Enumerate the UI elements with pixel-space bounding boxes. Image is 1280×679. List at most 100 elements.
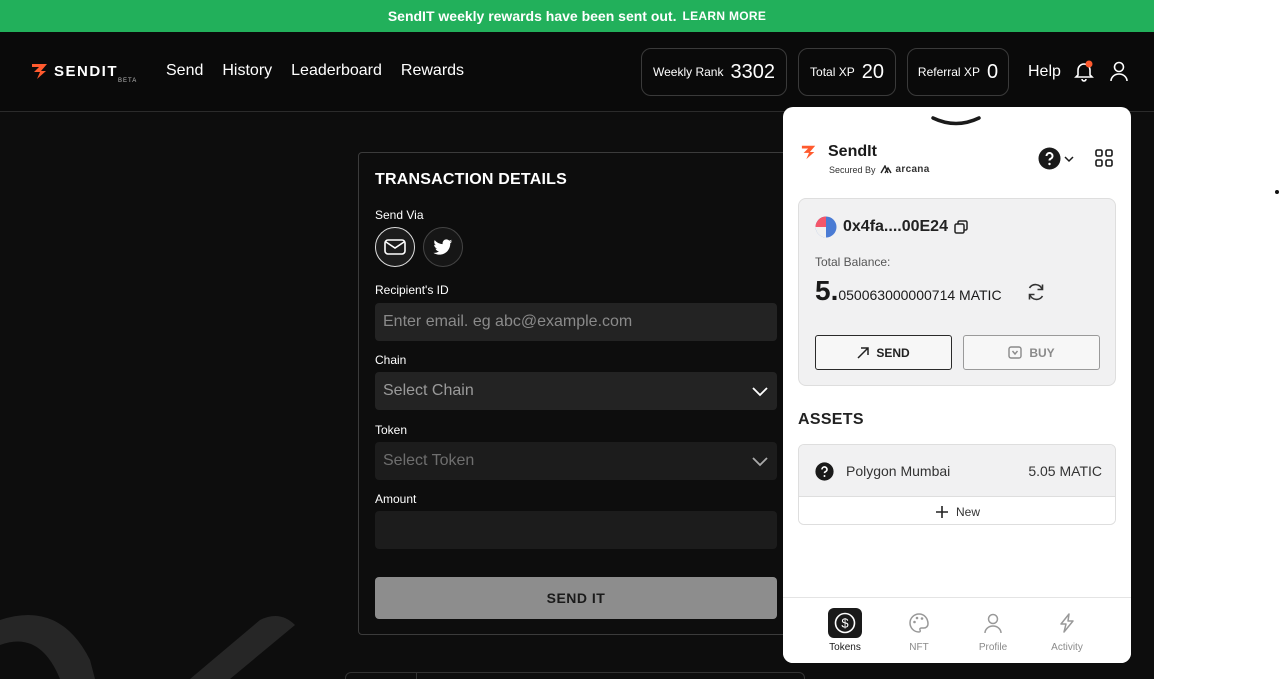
- sendit-logo-icon: [32, 64, 47, 79]
- palette-icon: [909, 613, 929, 633]
- collapse-handle-icon[interactable]: [931, 115, 981, 127]
- secured-by-label: Secured By: [829, 164, 876, 175]
- nav-history[interactable]: History: [222, 62, 272, 80]
- referral-xp-value: 0: [986, 60, 999, 83]
- dollar-coin-icon: $: [834, 612, 856, 634]
- assets-list: Polygon Mumbai 5.05 MATIC New: [798, 444, 1116, 525]
- asset-value: 5.05 MATIC: [1028, 463, 1102, 479]
- arrow-up-right-icon: [857, 346, 870, 359]
- logo-text: SENDIT: [54, 62, 119, 80]
- transaction-title: TRANSACTION DETAILS: [375, 171, 567, 188]
- add-new-asset-button[interactable]: New: [799, 497, 1115, 524]
- token-label: Token: [375, 423, 408, 437]
- chevron-down-icon: [752, 457, 768, 467]
- wallet-buy-label: BUY: [1029, 345, 1055, 360]
- mail-icon: [384, 239, 406, 255]
- tab-activity-label: Activity: [1051, 642, 1083, 653]
- amount-input[interactable]: [375, 511, 777, 549]
- wallet-help-menu[interactable]: [1038, 147, 1074, 170]
- asset-name: Polygon Mumbai: [846, 463, 951, 479]
- wallet-tab-bar: $ Tokens NFT Profile Activity: [783, 597, 1131, 663]
- assets-heading: ASSETS: [798, 411, 864, 428]
- referral-xp-label: Referral XP: [917, 65, 980, 79]
- wallet-app-name: SendIt: [828, 143, 877, 160]
- plus-icon: [935, 505, 948, 518]
- question-circle-icon: [1038, 147, 1061, 170]
- send-it-button[interactable]: SEND IT: [375, 577, 777, 619]
- nav-leaderboard[interactable]: Leaderboard: [291, 62, 382, 80]
- app-background: SendIT weekly rewards have been sent out…: [0, 0, 1154, 679]
- send-via-twitter-button[interactable]: [423, 227, 463, 267]
- wallet-send-button[interactable]: SEND: [815, 335, 952, 370]
- balance-integer: 5.: [815, 275, 839, 306]
- help-link[interactable]: Help: [1028, 63, 1061, 81]
- total-xp-label: Total XP: [810, 65, 855, 79]
- secured-by-arcana: Secured By arcana: [829, 164, 930, 175]
- send-via-label: Send Via: [375, 208, 424, 222]
- top-navbar: SENDIT BETA Send History Leaderboard Rew…: [0, 32, 1154, 112]
- banner-message: SendIT weekly rewards have been sent out…: [387, 8, 677, 24]
- total-xp-value: 20: [861, 60, 884, 83]
- tab-tokens-label: Tokens: [829, 642, 861, 653]
- transaction-details-card: TRANSACTION DETAILS Send Via Recipient's…: [358, 152, 798, 635]
- twitter-icon: [433, 238, 453, 255]
- chevron-down-icon: [1064, 155, 1074, 162]
- tab-profile-label: Profile: [978, 642, 1008, 653]
- total-balance-value: 5. 050063000000714 MATIC: [815, 275, 1002, 307]
- tab-nft-label: NFT: [909, 642, 929, 653]
- weekly-rank-stat: Weekly Rank 3302: [641, 48, 787, 96]
- wallet-send-label: SEND: [876, 345, 910, 360]
- rewards-banner: SendIT weekly rewards have been sent out…: [0, 0, 1154, 32]
- learn-more-link[interactable]: LEARN MORE: [682, 9, 766, 23]
- recipient-input[interactable]: [375, 303, 777, 341]
- arcana-wallet-panel: SendIt Secured By arcana 0x4fa....00E24 …: [783, 107, 1131, 663]
- beta-tag: BETA: [118, 78, 138, 84]
- user-icon[interactable]: [1108, 60, 1130, 82]
- bottom-panel-edge: [345, 672, 805, 679]
- sendit-logo[interactable]: SENDIT BETA: [30, 62, 136, 84]
- token-select-value: Select Token: [383, 452, 475, 469]
- background-swoosh: [0, 615, 295, 679]
- wallet-address: 0x4fa....00E24: [815, 216, 968, 238]
- sendit-logo-icon: [801, 145, 816, 160]
- amount-label: Amount: [375, 492, 417, 506]
- stray-dot: [1275, 190, 1279, 194]
- apps-grid-icon[interactable]: [1095, 149, 1113, 167]
- token-select[interactable]: Select Token: [375, 442, 777, 480]
- refresh-icon[interactable]: [1026, 282, 1046, 302]
- nav-rewards[interactable]: Rewards: [401, 62, 464, 80]
- tab-activity[interactable]: Activity: [1037, 608, 1097, 653]
- asset-row[interactable]: Polygon Mumbai 5.05 MATIC: [799, 445, 1115, 497]
- chain-select-value: Select Chain: [383, 382, 474, 399]
- tab-profile[interactable]: Profile: [963, 608, 1023, 653]
- tab-nft[interactable]: NFT: [889, 608, 949, 653]
- main-nav: Send History Leaderboard Rewards: [166, 62, 464, 80]
- wallet-buy-button[interactable]: BUY: [963, 335, 1100, 370]
- buy-icon: [1008, 346, 1023, 359]
- arcana-logo-icon: [879, 165, 892, 174]
- total-xp-stat: Total XP 20: [798, 48, 896, 96]
- bell-icon[interactable]: [1073, 60, 1095, 82]
- balance-card: 0x4fa....00E24 Total Balance: 5. 0500630…: [798, 198, 1116, 386]
- profile-icon: [984, 613, 1002, 634]
- address-text: 0x4fa....00E24: [843, 218, 948, 235]
- question-circle-icon: [815, 462, 834, 481]
- referral-xp-stat: Referral XP 0: [907, 48, 1009, 96]
- arcana-name: arcana: [895, 164, 930, 175]
- wallet-app-logo: SendIt: [800, 143, 877, 161]
- tab-tokens[interactable]: $ Tokens: [815, 608, 875, 653]
- send-via-email-button[interactable]: [375, 227, 415, 267]
- copy-icon[interactable]: [954, 220, 968, 234]
- lightning-icon: [1060, 613, 1074, 633]
- nav-send[interactable]: Send: [166, 62, 203, 80]
- weekly-rank-value: 3302: [730, 60, 775, 83]
- chevron-down-icon: [752, 387, 768, 397]
- wallet-avatar-icon: [815, 216, 837, 238]
- add-new-label: New: [955, 504, 980, 519]
- chain-label: Chain: [375, 353, 407, 367]
- balance-fraction: 050063000000714 MATIC: [838, 287, 1002, 303]
- chain-select[interactable]: Select Chain: [375, 372, 777, 410]
- recipient-label: Recipient's ID: [375, 283, 449, 297]
- total-balance-label: Total Balance:: [815, 255, 891, 269]
- weekly-rank-label: Weekly Rank: [653, 65, 724, 79]
